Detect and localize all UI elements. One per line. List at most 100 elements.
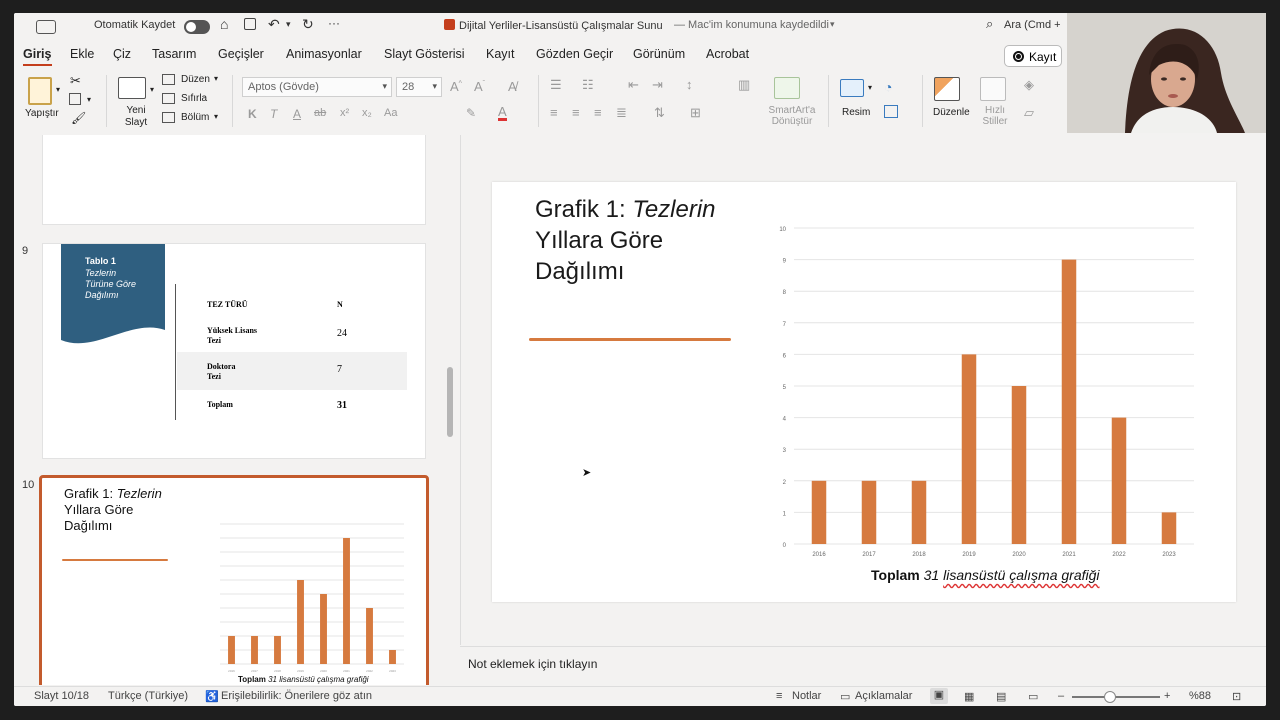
search-box[interactable]: Ara (Cmd +	[1004, 19, 1061, 31]
bar-chart[interactable]: 0 1 2 3 4 5 6 7 8 9 10 2016 2017 2018 2019 2020 2021 2022…	[772, 220, 1202, 566]
undo-icon[interactable]: ↶	[268, 16, 280, 33]
language-indicator[interactable]: Türkçe (Türkiye)	[108, 690, 188, 702]
chevron-down-icon[interactable]: ▾	[868, 83, 872, 92]
paste-icon[interactable]	[28, 77, 52, 105]
fit-to-window-icon[interactable]: ⊡	[1232, 690, 1241, 703]
chevron-down-icon[interactable]: ▾	[56, 85, 60, 94]
search-icon[interactable]: ⌕	[986, 16, 993, 32]
font-color-icon[interactable]: A	[498, 105, 507, 121]
comments-icon[interactable]: ▭	[840, 690, 850, 703]
zoom-slider-handle[interactable]	[1104, 691, 1116, 703]
tab-animations[interactable]: Animasyonlar	[286, 47, 362, 61]
reset-button[interactable]: Sıfırla	[181, 93, 207, 104]
paste-label[interactable]: Yapıştır	[25, 108, 59, 119]
columns-icon[interactable]: ▥	[738, 77, 750, 93]
accessibility-icon[interactable]: ♿	[205, 690, 219, 703]
tab-transitions[interactable]: Geçişler	[218, 47, 264, 61]
reading-view-icon[interactable]: ▤	[996, 690, 1006, 703]
text-direction-icon[interactable]: ⇅	[654, 105, 665, 121]
chevron-down-icon[interactable]: ▾	[87, 95, 91, 104]
tab-slideshow[interactable]: Slayt Gösterisi	[384, 47, 465, 61]
notes-placeholder[interactable]: Not eklemek için tıklayın	[468, 657, 597, 671]
highlight-icon[interactable]: ✎	[466, 106, 476, 120]
zoom-slider[interactable]	[1072, 696, 1160, 698]
section-button[interactable]: Bölüm	[181, 112, 209, 123]
tab-acrobat[interactable]: Acrobat	[706, 47, 749, 61]
home-icon[interactable]: ⌂	[220, 16, 228, 32]
tab-view[interactable]: Görünüm	[633, 47, 685, 61]
more-icon[interactable]: ···	[328, 16, 340, 30]
decrease-indent-icon[interactable]: ⇤	[628, 77, 639, 93]
strikethrough-icon[interactable]: ab	[314, 107, 326, 119]
smartart-icon[interactable]	[774, 77, 800, 99]
new-slide-icon[interactable]	[118, 77, 146, 99]
zoom-level[interactable]: %88	[1189, 690, 1211, 702]
sidebar-toggle-icon[interactable]	[36, 20, 56, 34]
slide-title[interactable]: Grafik 1: Tezlerin Yıllara Göre Dağılımı	[535, 194, 755, 288]
shape-outline-icon[interactable]: ▱	[1024, 105, 1034, 121]
tab-record[interactable]: Kayıt	[486, 47, 515, 61]
tab-home[interactable]: Giriş	[23, 47, 52, 66]
bold-button[interactable]: K	[248, 107, 257, 121]
slide-thumbnail-10[interactable]: Grafik 1: Tezlerin Yıllara Göre Dağılımı…	[39, 475, 429, 685]
save-status[interactable]: — Mac'im konumuna kaydedildi	[674, 19, 829, 31]
record-button[interactable]: Kayıt	[1004, 45, 1062, 67]
tab-insert[interactable]: Ekle	[70, 47, 94, 61]
slide-thumbnail-pane[interactable]: 9 Tablo 1 Tezlerin Türüne Göre Dağılımı …	[14, 135, 458, 685]
picture-icon[interactable]	[840, 79, 864, 97]
zoom-out-icon[interactable]: –	[1058, 690, 1064, 702]
format-painter-icon[interactable]: 🖌	[71, 111, 86, 125]
shape-fill-icon[interactable]: ◈	[1024, 77, 1034, 93]
quick-styles-button[interactable]: Hızlı Stiller	[980, 105, 1010, 127]
align-text-icon[interactable]: ⊞	[690, 105, 701, 121]
font-size-select[interactable]: 28 ▾	[396, 77, 442, 97]
slideshow-icon[interactable]: ▭	[1028, 690, 1038, 703]
layout-button[interactable]: Düzen	[181, 74, 210, 85]
slide-sorter-icon[interactable]: ▦	[964, 690, 974, 703]
comments-toggle[interactable]: Açıklamalar	[855, 690, 912, 702]
reset-icon[interactable]	[162, 93, 175, 104]
tab-draw[interactable]: Çiz	[113, 47, 131, 61]
align-right-icon[interactable]: ≡	[594, 105, 602, 120]
subscript-icon[interactable]: x₂	[362, 107, 372, 119]
slide-editor[interactable]: Grafik 1: Tezlerin Yıllara Göre Dağılımı…	[460, 135, 1266, 645]
autosave-toggle[interactable]	[184, 20, 210, 34]
cut-icon[interactable]: ✂	[70, 73, 81, 89]
underline-button[interactable]: A	[293, 107, 301, 121]
picture-button[interactable]: Resim	[842, 107, 870, 118]
redo-icon[interactable]: ↻	[302, 16, 314, 33]
new-slide-label[interactable]: Yeni Slayt	[122, 105, 150, 129]
quick-styles-icon[interactable]	[980, 77, 1006, 101]
chevron-down-icon[interactable]: ▾	[214, 112, 218, 121]
justify-icon[interactable]: ≣	[616, 105, 627, 121]
slide-thumbnail-9[interactable]: Tablo 1 Tezlerin Türüne Göre Dağılımı TE…	[42, 243, 426, 459]
italic-button[interactable]: T	[270, 107, 277, 121]
clear-format-icon[interactable]: A̸	[508, 79, 517, 94]
layout-icon[interactable]	[162, 74, 175, 85]
decrease-font-icon[interactable]: Aˇ	[474, 79, 485, 94]
accessibility-status[interactable]: Erişilebilirlik: Önerilere göz atın	[221, 690, 372, 702]
save-icon[interactable]	[244, 18, 256, 30]
normal-view-icon[interactable]: ▣	[930, 688, 948, 704]
chevron-down-icon[interactable]: ▾	[214, 74, 218, 83]
increase-font-icon[interactable]: A^	[450, 79, 462, 94]
line-spacing-icon[interactable]: ↕	[686, 77, 693, 92]
shapes-icon[interactable]: ◔	[884, 79, 892, 95]
notes-toggle[interactable]: Notlar	[792, 690, 821, 702]
zoom-in-icon[interactable]: +	[1164, 690, 1170, 702]
align-left-icon[interactable]: ≡	[550, 105, 558, 120]
chevron-down-icon[interactable]: ▾	[286, 19, 291, 30]
notes-icon[interactable]: ≡	[776, 690, 782, 702]
current-slide[interactable]: Grafik 1: Tezlerin Yıllara Göre Dağılımı…	[492, 182, 1236, 602]
thumbnail-scrollbar[interactable]	[447, 367, 453, 437]
chart-caption[interactable]: Toplam 31 lisansüstü çalışma grafiği	[871, 567, 1100, 583]
align-center-icon[interactable]: ≡	[572, 105, 580, 120]
tab-design[interactable]: Tasarım	[152, 47, 196, 61]
font-name-select[interactable]: Aptos (Gövde) ▾	[242, 77, 392, 97]
smartart-button[interactable]: SmartArt'a Dönüştür	[764, 105, 820, 127]
arrange-button[interactable]: Düzenle	[933, 107, 970, 118]
font-size-case-icon[interactable]: Aa	[384, 107, 397, 119]
superscript-icon[interactable]: x²	[340, 107, 349, 119]
numbering-icon[interactable]: ☷	[582, 77, 594, 93]
copy-icon[interactable]	[69, 93, 81, 105]
